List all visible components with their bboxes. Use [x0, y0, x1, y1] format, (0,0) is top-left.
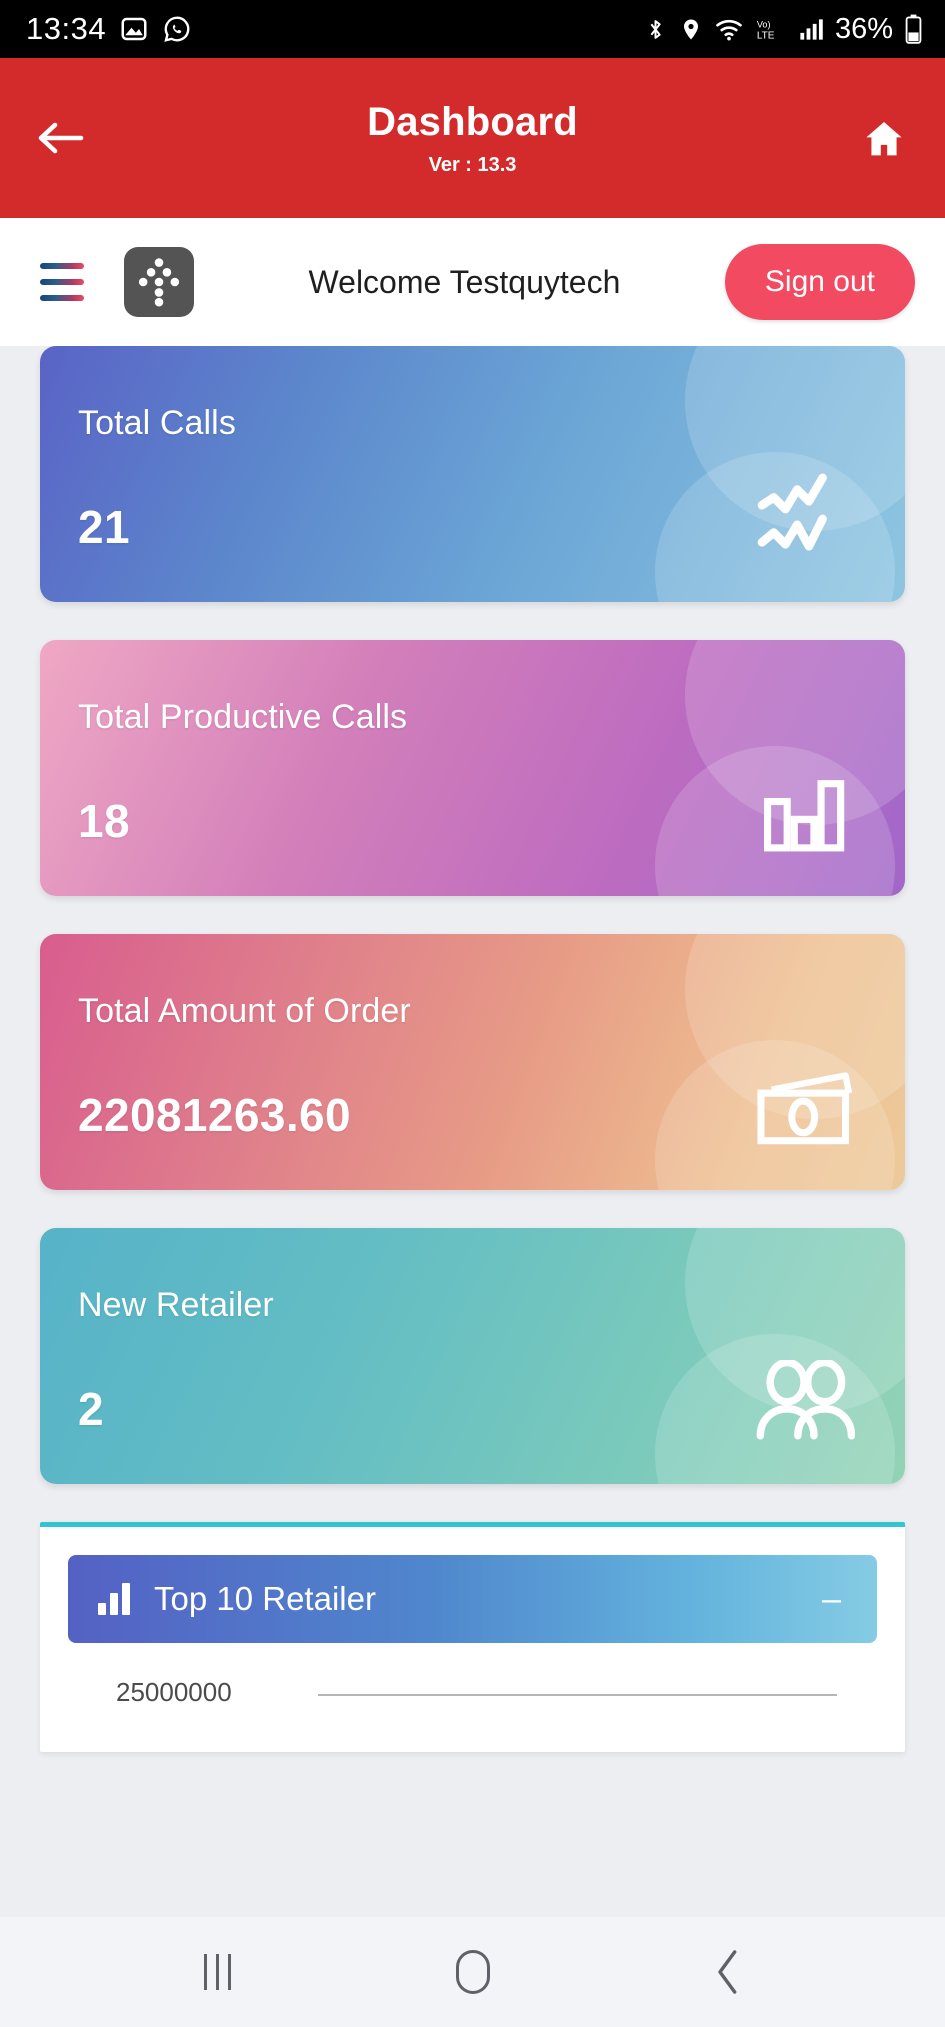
chart-gridline [318, 1694, 837, 1696]
dashboard-content[interactable]: Total Calls 21 Total Productive Calls 18 [0, 346, 945, 1917]
stat-card-new-retailer[interactable]: New Retailer 2 [40, 1228, 905, 1484]
back-chevron-icon [717, 1950, 736, 1994]
stat-card-value: 2 [78, 1383, 104, 1435]
stat-card-label: New Retailer [78, 1286, 274, 1324]
version-label: Ver : 13.3 [428, 153, 517, 176]
card-decoration-circle [655, 746, 895, 896]
stat-card-value: 21 [78, 501, 130, 553]
recents-button[interactable] [173, 1927, 263, 2017]
recents-icon [204, 1954, 231, 1990]
stat-card-label: Total Calls [78, 404, 236, 442]
hamburger-line [40, 279, 84, 285]
location-icon [683, 19, 698, 39]
hamburger-line [40, 295, 84, 301]
chart-y-axis-tick: 25000000 [116, 1677, 232, 1707]
stat-card-total-amount-of-order[interactable]: Total Amount of Order 22081263.60 [40, 934, 905, 1190]
back-button[interactable] [30, 107, 92, 169]
panel-title: Top 10 Retailer [154, 1580, 376, 1617]
app-root: 13:34 Vo) LTE 36% Dashboard Ver: 13.3 W… [0, 0, 945, 2027]
bluetooth-icon [650, 19, 661, 39]
stat-card-value: 22081263.60 [78, 1089, 352, 1141]
welcome-bar: Welcome Testquytech Sign out [0, 218, 945, 346]
battery-icon [905, 14, 922, 44]
card-decoration-circle [685, 1228, 905, 1413]
stat-card-value: 18 [78, 795, 130, 847]
arrow-left-icon [38, 122, 84, 154]
network-grid-glyph [138, 258, 180, 307]
status-bar: 13:34 Vo) LTE 36% [0, 0, 945, 58]
volte-icon: Vo) LTE [757, 19, 775, 41]
home-circle-icon [455, 1950, 490, 1994]
banknote-icon [755, 1058, 855, 1146]
home-nav-button[interactable] [428, 1927, 518, 2017]
stat-card-label: Total Amount of Order [78, 992, 411, 1030]
android-nav-bar [0, 1917, 945, 2027]
top-10-retailer-panel: Top 10 Retailer – 25000000 [40, 1522, 905, 1752]
panel-header[interactable]: Top 10 Retailer – [68, 1555, 877, 1643]
card-decoration-circle [685, 640, 905, 825]
photos-icon [121, 17, 147, 41]
bar-chart-icon [755, 764, 855, 852]
svg-text:Vo): Vo) [757, 19, 771, 29]
whatsapp-icon [164, 16, 190, 42]
network-grid-icon[interactable] [124, 247, 194, 317]
page-title: Dashboard [367, 99, 578, 144]
zigzag-trend-icon [755, 470, 855, 558]
card-decoration-circle [655, 1040, 895, 1190]
bar-chart-icon [98, 1583, 132, 1615]
wifi-icon [716, 19, 742, 40]
status-time: 13:34 [26, 11, 107, 46]
collapse-toggle-button[interactable]: – [816, 1582, 847, 1616]
svg-text:LTE: LTE [757, 30, 775, 41]
stat-card-total-calls[interactable]: Total Calls 21 [40, 346, 905, 602]
status-bar-left: 13:34 [26, 11, 192, 47]
battery-percent: 36% [834, 12, 893, 45]
app-bar-titles: Dashboard Ver : 13.3 [0, 58, 945, 218]
home-icon [866, 121, 902, 155]
home-button[interactable] [853, 107, 915, 169]
two-people-icon [755, 1352, 855, 1440]
signal-icon [800, 18, 823, 40]
card-decoration-circle [655, 452, 895, 602]
welcome-message: Welcome Testquytech [308, 263, 621, 300]
sign-out-button[interactable]: Sign out [724, 244, 915, 320]
back-nav-button[interactable] [683, 1927, 773, 2017]
stat-card-label: Total Productive Calls [78, 698, 408, 736]
card-decoration-circle [655, 1334, 895, 1484]
stat-card-total-productive-calls[interactable]: Total Productive Calls 18 [40, 640, 905, 896]
card-decoration-circle [685, 934, 905, 1119]
card-decoration-circle [685, 346, 905, 531]
hamburger-line [40, 263, 84, 269]
retailer-chart: 25000000 [68, 1677, 877, 1752]
app-bar: Dashboard Ver : 13.3 [0, 58, 945, 218]
status-bar-right: Vo) LTE 36% [643, 13, 923, 46]
hamburger-menu-icon[interactable] [40, 263, 84, 301]
